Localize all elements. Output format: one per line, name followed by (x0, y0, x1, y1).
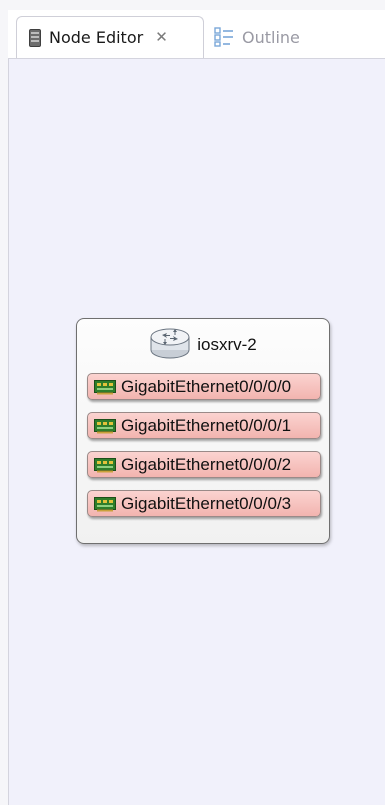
network-card-icon (94, 379, 116, 395)
tab-node-editor[interactable]: Node Editor ✕ (16, 16, 204, 58)
tab-outline-label: Outline (242, 27, 300, 47)
interface-item[interactable]: GigabitEthernet0/0/0/1 (87, 412, 321, 439)
router-node[interactable]: iosxrv-2 GigabitEthernet0/0/0/0 GigabitE… (76, 318, 330, 544)
tab-node-editor-label: Node Editor (49, 28, 144, 47)
interface-label: GigabitEthernet0/0/0/0 (121, 376, 292, 396)
interface-label: GigabitEthernet0/0/0/1 (121, 415, 292, 435)
network-card-icon (94, 457, 116, 473)
server-icon (29, 28, 41, 47)
tab-outline[interactable]: Outline (208, 16, 338, 58)
interface-item[interactable]: GigabitEthernet0/0/0/2 (87, 451, 321, 478)
view-tab-strip: Node Editor ✕ Outline (8, 10, 385, 58)
interface-item[interactable]: GigabitEthernet0/0/0/0 (87, 373, 321, 400)
node-editor-window: Node Editor ✕ Outline iosxrv-2 GigabitEt… (0, 0, 385, 805)
close-icon[interactable]: ✕ (155, 30, 168, 45)
interface-label: GigabitEthernet0/0/0/3 (121, 493, 292, 513)
interface-item[interactable]: GigabitEthernet0/0/0/3 (87, 490, 321, 517)
router-icon (149, 326, 191, 364)
node-header[interactable]: iosxrv-2 (77, 321, 329, 369)
interface-label: GigabitEthernet0/0/0/2 (121, 454, 292, 474)
outline-icon (214, 27, 234, 47)
network-card-icon (94, 496, 116, 512)
network-card-icon (94, 418, 116, 434)
node-name: iosxrv-2 (197, 335, 257, 354)
